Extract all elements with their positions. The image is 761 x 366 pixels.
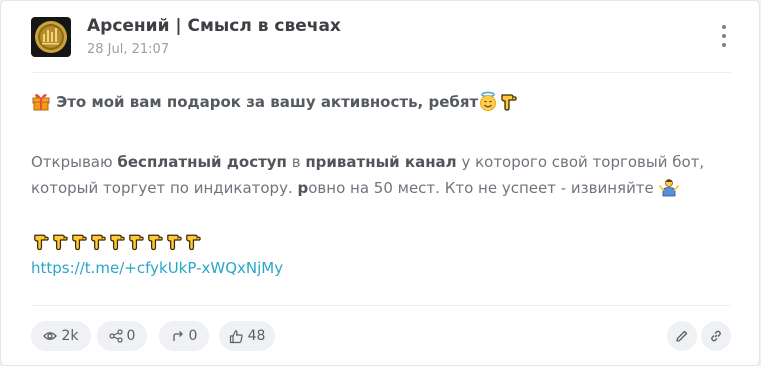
invite-link[interactable]: https://t.me/+cfykUkP-xWQxNjMy — [31, 259, 283, 277]
thumbs-up-icon — [229, 329, 243, 343]
share-icon — [108, 329, 123, 343]
eye-icon — [43, 332, 58, 340]
bold-letter: р — [297, 179, 309, 197]
share-count: 0 — [126, 328, 136, 344]
edit-button[interactable] — [667, 321, 697, 351]
link-icon — [711, 330, 721, 342]
text-segment: Открываю — [31, 153, 118, 171]
post-link-line: https://t.me/+cfykUkP-xWQxNjMy — [31, 255, 731, 281]
post-body: Это мой вам подарок за вашу активность, … — [31, 89, 731, 281]
text-segment: который торгует по индикатору. — [31, 179, 298, 197]
bold-free-access: бесплатный доступ — [117, 153, 287, 171]
repost-count: 0 — [188, 328, 198, 344]
like-count: 48 — [247, 328, 266, 344]
smiling-face-with-halo-emoji — [478, 91, 498, 119]
header-divider — [31, 72, 731, 73]
views-count: 2k — [61, 328, 79, 344]
channel-name[interactable]: Арсений | Смысл в свечах — [87, 16, 341, 36]
gift-emoji — [31, 91, 51, 119]
bold-private-channel: приватный канал — [305, 153, 457, 171]
views-counter[interactable]: 2k — [31, 321, 91, 351]
backhand-index-pointing-down-emoji — [498, 91, 518, 119]
headline-text: Это мой вам подарок за вашу активность, … — [56, 93, 479, 111]
pointing-down-emoji-row — [31, 229, 731, 255]
post-date: 28 Jul, 21:07 — [87, 42, 170, 57]
repost-button[interactable]: 0 — [159, 321, 209, 351]
pencil-icon — [676, 330, 688, 342]
text-segment: овно на 50 мест. Кто не успеет - извиняй… — [308, 179, 654, 197]
share-button[interactable]: 0 — [97, 321, 147, 351]
post-card: Арсений | Смысл в свечах 28 Jul, 21:07 Э… — [0, 0, 760, 366]
person-shrugging-emoji — [658, 177, 679, 205]
copy-link-button[interactable] — [701, 321, 731, 351]
post-paragraph: Открываю бесплатный доступ в приватный к… — [31, 149, 731, 205]
text-segment: в — [286, 153, 306, 171]
footer-divider — [31, 305, 731, 306]
like-button[interactable]: 48 — [219, 321, 275, 351]
text-segment: у которого свой торговый бот, — [456, 153, 705, 171]
more-vertical-icon[interactable] — [717, 23, 731, 49]
post-headline: Это мой вам подарок за вашу активность, … — [31, 89, 731, 119]
post-footer: 2k 0 0 48 — [31, 321, 731, 351]
post-header: Арсений | Смысл в свечах 28 Jul, 21:07 — [31, 15, 731, 61]
repost-icon — [172, 331, 183, 341]
channel-avatar[interactable] — [31, 17, 71, 57]
